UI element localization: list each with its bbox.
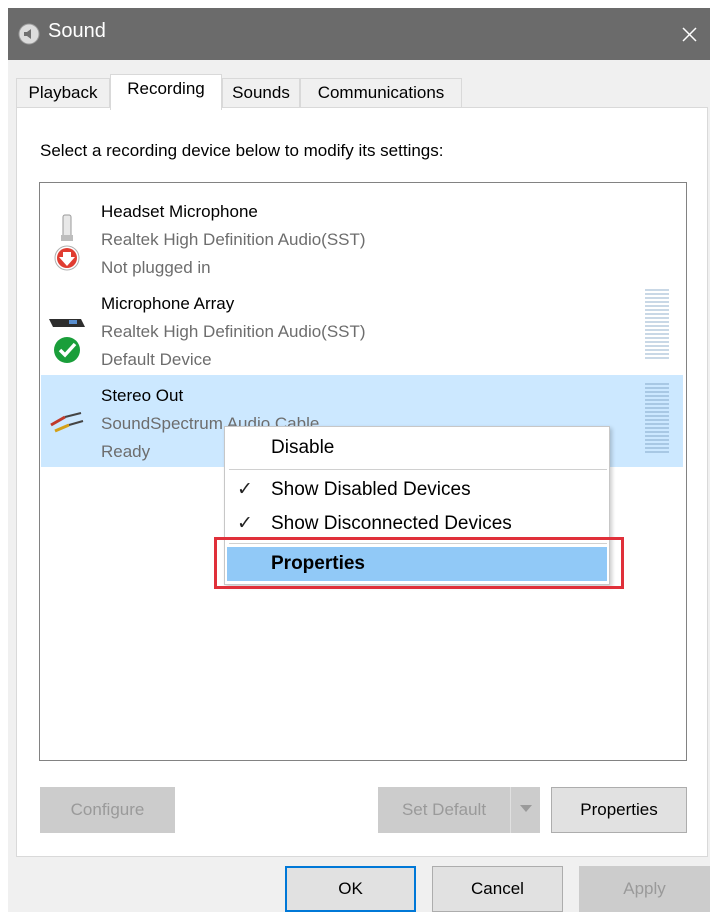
speaker-icon <box>18 23 40 50</box>
red-down-arrow-badge <box>54 245 80 271</box>
check-icon: ✓ <box>237 479 253 500</box>
context-menu: Disable ✓ Show Disabled Devices ✓ Show D… <box>224 426 610 585</box>
green-check-badge <box>54 337 80 363</box>
device-headset-microphone[interactable]: Headset Microphone Realtek High Definiti… <box>41 191 683 283</box>
instruction-text: Select a recording device below to modif… <box>40 141 444 160</box>
title-bar: Sound <box>8 8 710 60</box>
device-driver: Realtek High Definition Audio(SST) <box>101 230 366 249</box>
apply-button[interactable]: Apply <box>579 866 710 912</box>
audio-cable-icon <box>47 391 87 451</box>
properties-button[interactable]: Properties <box>551 787 687 833</box>
configure-button[interactable]: Configure <box>40 787 175 833</box>
tab-playback[interactable]: Playback <box>16 78 110 108</box>
microphone-array-icon <box>47 305 87 365</box>
set-default-dropdown[interactable] <box>510 787 540 833</box>
level-meter <box>645 289 669 361</box>
device-status: Not plugged in <box>101 258 211 277</box>
close-icon <box>682 27 697 42</box>
tab-sounds[interactable]: Sounds <box>222 78 300 108</box>
menu-item-show-disabled-devices[interactable]: ✓ Show Disabled Devices <box>227 473 607 507</box>
device-name: Stereo Out <box>101 386 184 405</box>
menu-item-disable[interactable]: Disable <box>227 431 607 465</box>
set-default-button[interactable]: Set Default <box>378 787 510 833</box>
level-meter <box>645 383 669 455</box>
device-microphone-array[interactable]: Microphone Array Realtek High Definition… <box>41 283 683 375</box>
menu-item-label: Show Disabled Devices <box>271 479 471 500</box>
device-driver: Realtek High Definition Audio(SST) <box>101 322 366 341</box>
device-status: Default Device <box>101 350 212 369</box>
menu-item-label: Show Disconnected Devices <box>271 513 512 534</box>
chevron-down-icon <box>520 805 532 812</box>
close-button[interactable] <box>666 8 710 60</box>
tab-communications[interactable]: Communications <box>300 78 462 108</box>
menu-separator <box>229 543 607 544</box>
menu-item-show-disconnected-devices[interactable]: ✓ Show Disconnected Devices <box>227 507 607 541</box>
device-name: Microphone Array <box>101 294 235 313</box>
tab-recording[interactable]: Recording <box>110 74 222 110</box>
window-title: Sound <box>48 20 106 42</box>
menu-item-properties[interactable]: Properties <box>227 547 607 581</box>
device-status: Ready <box>101 442 151 461</box>
device-name: Headset Microphone <box>101 202 258 221</box>
menu-separator <box>229 469 607 470</box>
cancel-button[interactable]: Cancel <box>432 866 563 912</box>
check-icon: ✓ <box>237 513 253 534</box>
ok-button[interactable]: OK <box>285 866 416 912</box>
headset-microphone-icon <box>47 213 87 273</box>
menu-item-label: Disable <box>271 437 335 458</box>
menu-item-label: Properties <box>271 553 365 574</box>
